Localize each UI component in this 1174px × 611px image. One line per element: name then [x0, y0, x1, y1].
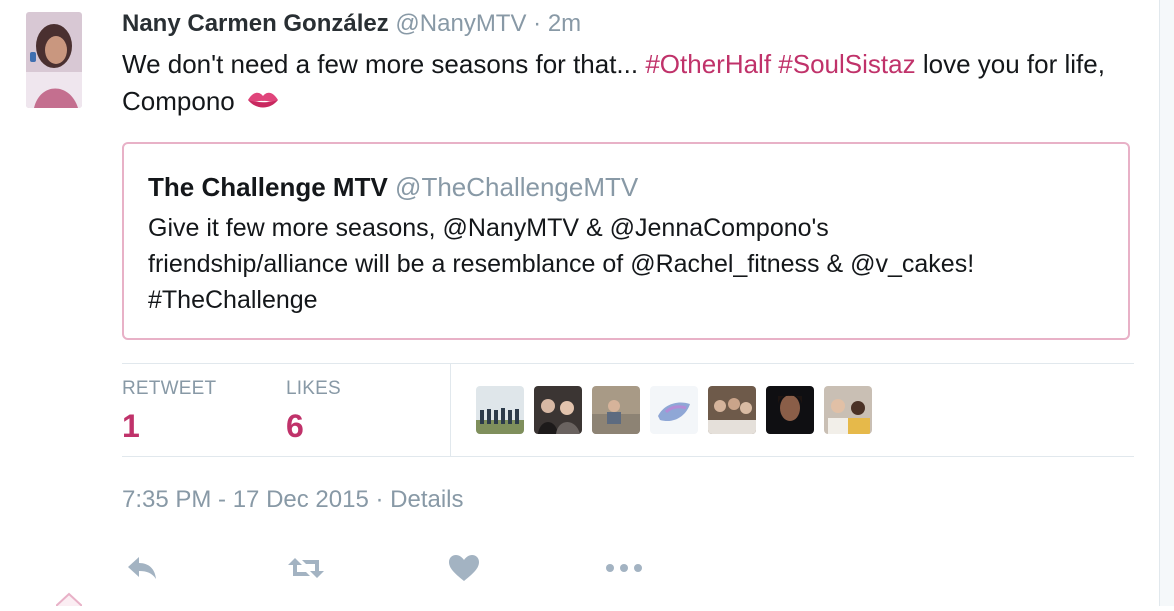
retweet-count[interactable]: 1: [122, 408, 140, 445]
tweet-text: We don't need a few more seasons for tha…: [122, 46, 1122, 122]
liker-avatar-3[interactable]: [592, 386, 640, 434]
quoted-tweet[interactable]: The Challenge MTV @TheChallengeMTV Give …: [122, 142, 1130, 340]
quoted-tweet-header: The Challenge MTV @TheChallengeMTV: [148, 172, 638, 203]
retweet-button[interactable]: [286, 552, 326, 588]
scrollbar-track[interactable]: [1159, 0, 1174, 606]
tweet-header: Nany Carmen González @NanyMTV · 2m: [122, 10, 581, 38]
kiss-mark-icon: [246, 85, 280, 122]
quoted-author-username: @TheChallengeMTV: [395, 172, 639, 202]
stats-divider-top: [122, 363, 1134, 364]
retweet-count-label[interactable]: RETWEET: [122, 378, 216, 400]
liker-avatar-4[interactable]: [650, 386, 698, 434]
liker-avatar-7[interactable]: [824, 386, 872, 434]
reply-icon: [125, 554, 159, 587]
stats-vertical-divider: [450, 364, 451, 456]
reply-button[interactable]: [122, 552, 162, 588]
author-fullname[interactable]: Nany Carmen González: [122, 10, 389, 37]
stats-divider-bottom: [122, 456, 1134, 457]
tweet-text-part: We don't need a few more seasons for tha…: [122, 49, 646, 79]
liker-avatar-1[interactable]: [476, 386, 524, 434]
details-link[interactable]: Details: [390, 486, 463, 513]
like-icon: [448, 554, 480, 587]
quoted-text-line: Give it few more seasons, @NanyMTV & @Je…: [148, 214, 829, 242]
header-separator: ·: [533, 10, 542, 37]
liker-avatar-2[interactable]: [534, 386, 582, 434]
more-icon: [604, 561, 644, 579]
quoted-author-fullname: The Challenge MTV: [148, 172, 388, 202]
meta-separator: ·: [368, 486, 391, 513]
hashtag-link[interactable]: #SoulSistaz: [778, 49, 915, 79]
author-avatar[interactable]: [26, 12, 82, 108]
hashtag-link[interactable]: #OtherHalf: [645, 49, 771, 79]
liker-avatar-5[interactable]: [708, 386, 756, 434]
likes-count[interactable]: 6: [286, 408, 304, 445]
tweet-meta: 7:35 PM - 17 Dec 2015 · Details: [122, 486, 464, 514]
tweet-time-ago[interactable]: 2m: [548, 10, 581, 37]
tweet-timestamp[interactable]: 7:35 PM - 17 Dec 2015: [122, 486, 369, 513]
likes-count-label[interactable]: LIKES: [286, 378, 341, 400]
more-options-button[interactable]: [604, 552, 644, 588]
liker-avatar-6[interactable]: [766, 386, 814, 434]
quoted-text-line: friendship/alliance will be a resemblanc…: [148, 250, 975, 278]
caret-up-icon: [55, 592, 83, 607]
like-button[interactable]: [444, 552, 484, 588]
retweet-icon: [286, 554, 326, 587]
quoted-tweet-text: Give it few more seasons, @NanyMTV & @Je…: [148, 210, 1098, 318]
author-username[interactable]: @NanyMTV: [395, 10, 526, 37]
quoted-text-line: #TheChallenge: [148, 286, 318, 314]
